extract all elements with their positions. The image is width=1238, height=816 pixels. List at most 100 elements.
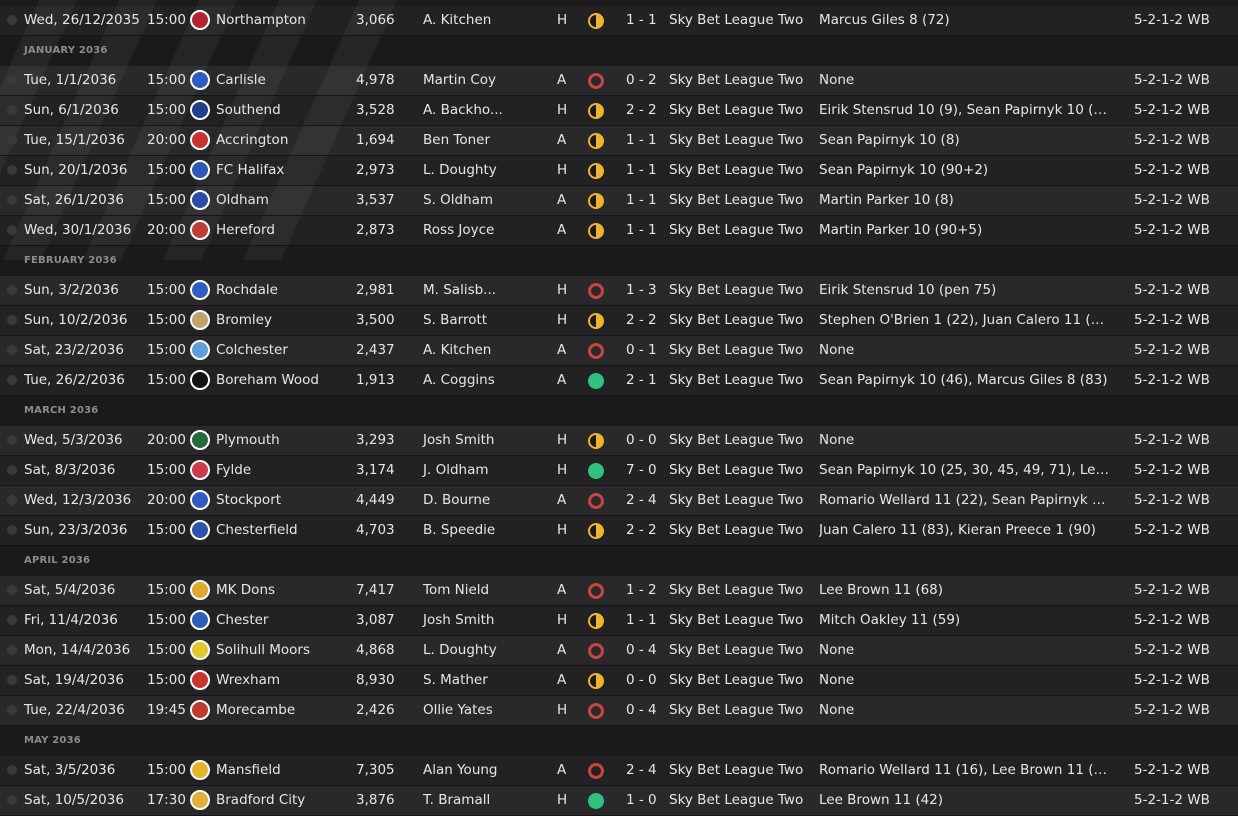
opponent-name[interactable]: Rochdale	[216, 282, 278, 298]
fixture-row[interactable]: Sat, 3/5/2036 15:00 Mansfield 7,305 Alan You…	[0, 756, 1238, 786]
competition-name[interactable]: Sky Bet League Two	[669, 342, 803, 358]
match-score[interactable]: 1 - 1	[626, 612, 657, 628]
referee-name[interactable]: Josh Smith	[423, 612, 494, 628]
opponent-name[interactable]: Hereford	[216, 222, 275, 238]
fixture-row[interactable]: Wed, 12/3/2036 20:00 Stockport 4,449 D. Bour…	[0, 486, 1238, 516]
opponent-name[interactable]: Wrexham	[216, 672, 280, 688]
fixture-row[interactable]: Sun, 20/1/2036 15:00 FC Halifax 2,973 L. Dou…	[0, 156, 1238, 186]
opponent-name[interactable]: Fylde	[216, 462, 251, 478]
match-score[interactable]: 0 - 2	[626, 72, 657, 88]
opponent-name[interactable]: Oldham	[216, 192, 269, 208]
referee-name[interactable]: A. Backho...	[423, 102, 503, 118]
match-score[interactable]: 0 - 0	[626, 432, 657, 448]
match-score[interactable]: 2 - 2	[626, 102, 657, 118]
competition-name[interactable]: Sky Bet League Two	[669, 132, 803, 148]
fixture-row[interactable]: Sat, 19/4/2036 15:00 Wrexham 8,930 S. Mather…	[0, 666, 1238, 696]
match-score[interactable]: 2 - 4	[626, 762, 657, 778]
fixture-row[interactable]: Sun, 10/2/2036 15:00 Bromley 3,500 S. Barrot…	[0, 306, 1238, 336]
match-score[interactable]: 2 - 2	[626, 522, 657, 538]
fixture-row[interactable]: Wed, 5/3/2036 20:00 Plymouth 3,293 Josh Smit…	[0, 426, 1238, 456]
fixture-row[interactable]: Fri, 11/4/2036 15:00 Chester 3,087 Josh Smit…	[0, 606, 1238, 636]
opponent-name[interactable]: FC Halifax	[216, 162, 284, 178]
competition-name[interactable]: Sky Bet League Two	[669, 792, 803, 808]
competition-name[interactable]: Sky Bet League Two	[669, 642, 803, 658]
fixture-row[interactable]: Tue, 22/4/2036 19:45 Morecambe 2,426 Ollie Y…	[0, 696, 1238, 726]
referee-name[interactable]: Martin Coy	[423, 72, 496, 88]
competition-name[interactable]: Sky Bet League Two	[669, 162, 803, 178]
match-score[interactable]: 1 - 3	[626, 282, 657, 298]
competition-name[interactable]: Sky Bet League Two	[669, 72, 803, 88]
referee-name[interactable]: A. Kitchen	[423, 342, 491, 358]
opponent-name[interactable]: Morecambe	[216, 702, 295, 718]
competition-name[interactable]: Sky Bet League Two	[669, 702, 803, 718]
fixture-row[interactable]: Mon, 14/4/2036 15:00 Solihull Moors 4,868 L.…	[0, 636, 1238, 666]
match-score[interactable]: 0 - 1	[626, 342, 657, 358]
referee-name[interactable]: Ben Toner	[423, 132, 490, 148]
competition-name[interactable]: Sky Bet League Two	[669, 222, 803, 238]
competition-name[interactable]: Sky Bet League Two	[669, 282, 803, 298]
fixture-row[interactable]: Sat, 26/1/2036 15:00 Oldham 3,537 S. Oldham A…	[0, 186, 1238, 216]
match-score[interactable]: 1 - 0	[626, 792, 657, 808]
referee-name[interactable]: A. Kitchen	[423, 12, 491, 28]
opponent-name[interactable]: Colchester	[216, 342, 288, 358]
opponent-name[interactable]: Accrington	[216, 132, 288, 148]
fixture-row[interactable]: Sun, 23/3/2036 15:00 Chesterfield 4,703 B. S…	[0, 516, 1238, 546]
match-score[interactable]: 0 - 4	[626, 702, 657, 718]
fixture-row[interactable]: Sat, 23/2/2036 15:00 Colchester 2,437 A. Kit…	[0, 336, 1238, 366]
referee-name[interactable]: L. Doughty	[423, 642, 497, 658]
competition-name[interactable]: Sky Bet League Two	[669, 612, 803, 628]
match-score[interactable]: 1 - 1	[626, 222, 657, 238]
competition-name[interactable]: Sky Bet League Two	[669, 762, 803, 778]
opponent-name[interactable]: Chesterfield	[216, 522, 298, 538]
opponent-name[interactable]: Plymouth	[216, 432, 280, 448]
match-score[interactable]: 0 - 0	[626, 672, 657, 688]
opponent-name[interactable]: Bromley	[216, 312, 272, 328]
match-score[interactable]: 7 - 0	[626, 462, 657, 478]
referee-name[interactable]: L. Doughty	[423, 162, 497, 178]
competition-name[interactable]: Sky Bet League Two	[669, 102, 803, 118]
referee-name[interactable]: B. Speedie	[423, 522, 495, 538]
match-score[interactable]: 2 - 4	[626, 492, 657, 508]
competition-name[interactable]: Sky Bet League Two	[669, 522, 803, 538]
competition-name[interactable]: Sky Bet League Two	[669, 582, 803, 598]
match-score[interactable]: 1 - 2	[626, 582, 657, 598]
fixture-row[interactable]: Tue, 26/2/2036 15:00 Boreham Wood 1,913 A. C…	[0, 366, 1238, 396]
referee-name[interactable]: Ollie Yates	[423, 702, 493, 718]
opponent-name[interactable]: Southend	[216, 102, 281, 118]
opponent-name[interactable]: Carlisle	[216, 72, 266, 88]
competition-name[interactable]: Sky Bet League Two	[669, 372, 803, 388]
opponent-name[interactable]: Northampton	[216, 12, 306, 28]
match-score[interactable]: 2 - 1	[626, 372, 657, 388]
referee-name[interactable]: Alan Young	[423, 762, 498, 778]
referee-name[interactable]: M. Salisb...	[423, 282, 496, 298]
fixture-row[interactable]: Sun, 6/1/2036 15:00 Southend 3,528 A. Backho…	[0, 96, 1238, 126]
opponent-name[interactable]: Solihull Moors	[216, 642, 310, 658]
opponent-name[interactable]: Chester	[216, 612, 268, 628]
referee-name[interactable]: Tom Nield	[423, 582, 489, 598]
referee-name[interactable]: Josh Smith	[423, 432, 494, 448]
match-score[interactable]: 1 - 1	[626, 12, 657, 28]
match-score[interactable]: 1 - 1	[626, 162, 657, 178]
competition-name[interactable]: Sky Bet League Two	[669, 462, 803, 478]
referee-name[interactable]: S. Barrott	[423, 312, 487, 328]
opponent-name[interactable]: Stockport	[216, 492, 281, 508]
fixture-row[interactable]: Wed, 30/1/2036 20:00 Hereford 2,873 Ross Joy…	[0, 216, 1238, 246]
referee-name[interactable]: S. Mather	[423, 672, 488, 688]
fixture-row[interactable]: Tue, 1/1/2036 15:00 Carlisle 4,978 Martin Co…	[0, 66, 1238, 96]
referee-name[interactable]: A. Coggins	[423, 372, 495, 388]
referee-name[interactable]: J. Oldham	[423, 462, 489, 478]
fixture-row[interactable]: Sat, 10/5/2036 17:30 Bradford City 3,876 T. …	[0, 786, 1238, 816]
match-score[interactable]: 1 - 1	[626, 132, 657, 148]
opponent-name[interactable]: Bradford City	[216, 792, 305, 808]
match-score[interactable]: 1 - 1	[626, 192, 657, 208]
referee-name[interactable]: T. Bramall	[423, 792, 490, 808]
fixture-row[interactable]: Sun, 3/2/2036 15:00 Rochdale 2,981 M. Salisb…	[0, 276, 1238, 306]
fixture-row[interactable]: Tue, 15/1/2036 20:00 Accrington 1,694 Ben To…	[0, 126, 1238, 156]
competition-name[interactable]: Sky Bet League Two	[669, 192, 803, 208]
fixture-row[interactable]: Sat, 5/4/2036 15:00 MK Dons 7,417 Tom Nield A…	[0, 576, 1238, 606]
opponent-name[interactable]: MK Dons	[216, 582, 275, 598]
match-score[interactable]: 0 - 4	[626, 642, 657, 658]
competition-name[interactable]: Sky Bet League Two	[669, 12, 803, 28]
referee-name[interactable]: S. Oldham	[423, 192, 493, 208]
competition-name[interactable]: Sky Bet League Two	[669, 492, 803, 508]
